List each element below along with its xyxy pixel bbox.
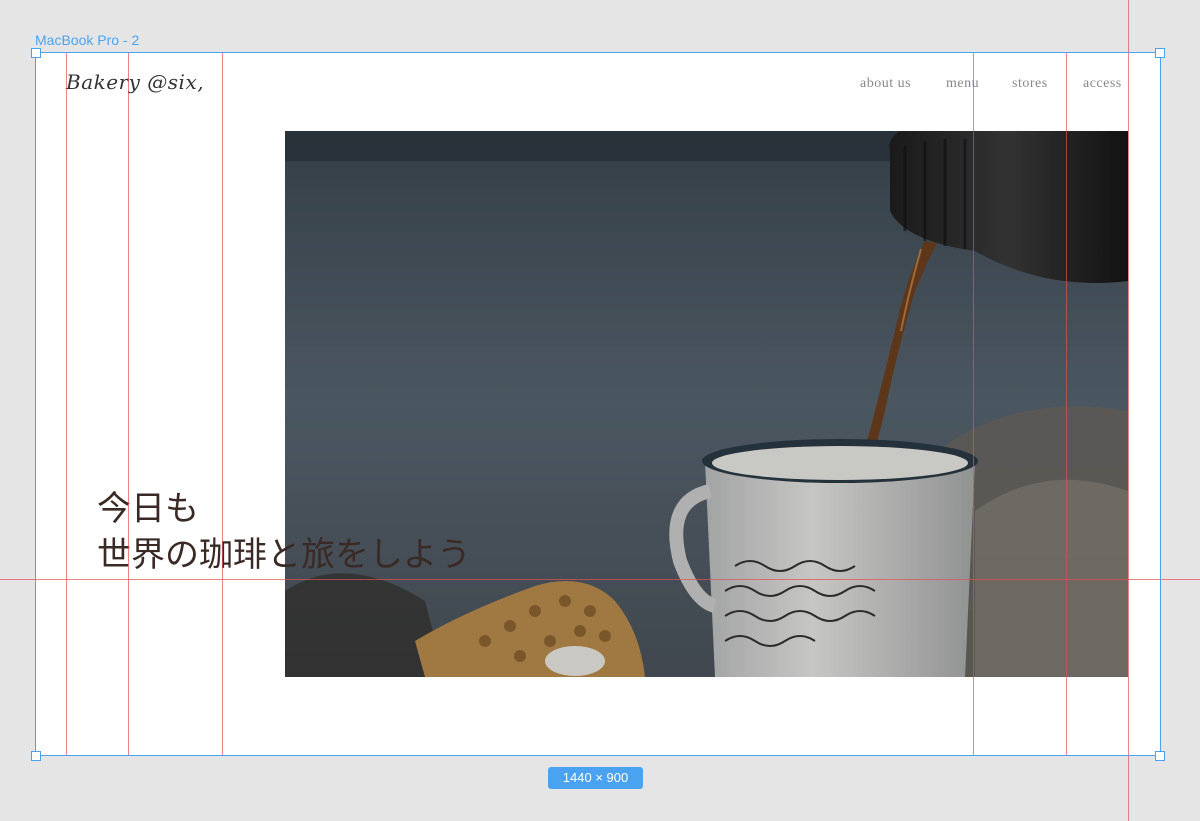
resize-handle-top-left[interactable] — [31, 48, 41, 58]
hero-headline-line-1: 今日も — [97, 489, 199, 529]
nav-stores[interactable]: stores — [1012, 76, 1048, 92]
frame-size-badge: 1440 × 900 — [548, 767, 643, 789]
resize-handle-bottom-left[interactable] — [31, 751, 41, 761]
site-logo[interactable]: Bakery @six, — [66, 70, 204, 94]
design-canvas: MacBook Pro - 2 Bakery @six, about us me… — [0, 0, 1200, 821]
resize-handle-bottom-right[interactable] — [1155, 751, 1165, 761]
resize-handle-top-right[interactable] — [1155, 48, 1165, 58]
hero-headline: 今日も 世界の珈琲と旅をしよう — [97, 486, 471, 578]
hero-headline-line-2: 世界の珈琲と旅をしよう — [97, 535, 471, 575]
nav-about-us[interactable]: about us — [860, 76, 911, 92]
nav-menu[interactable]: menu — [946, 76, 979, 92]
hero-image — [285, 131, 1128, 677]
hero-photo-illustration — [285, 131, 1128, 677]
nav-access[interactable]: access — [1083, 76, 1122, 92]
frame-label[interactable]: MacBook Pro - 2 — [35, 32, 139, 48]
